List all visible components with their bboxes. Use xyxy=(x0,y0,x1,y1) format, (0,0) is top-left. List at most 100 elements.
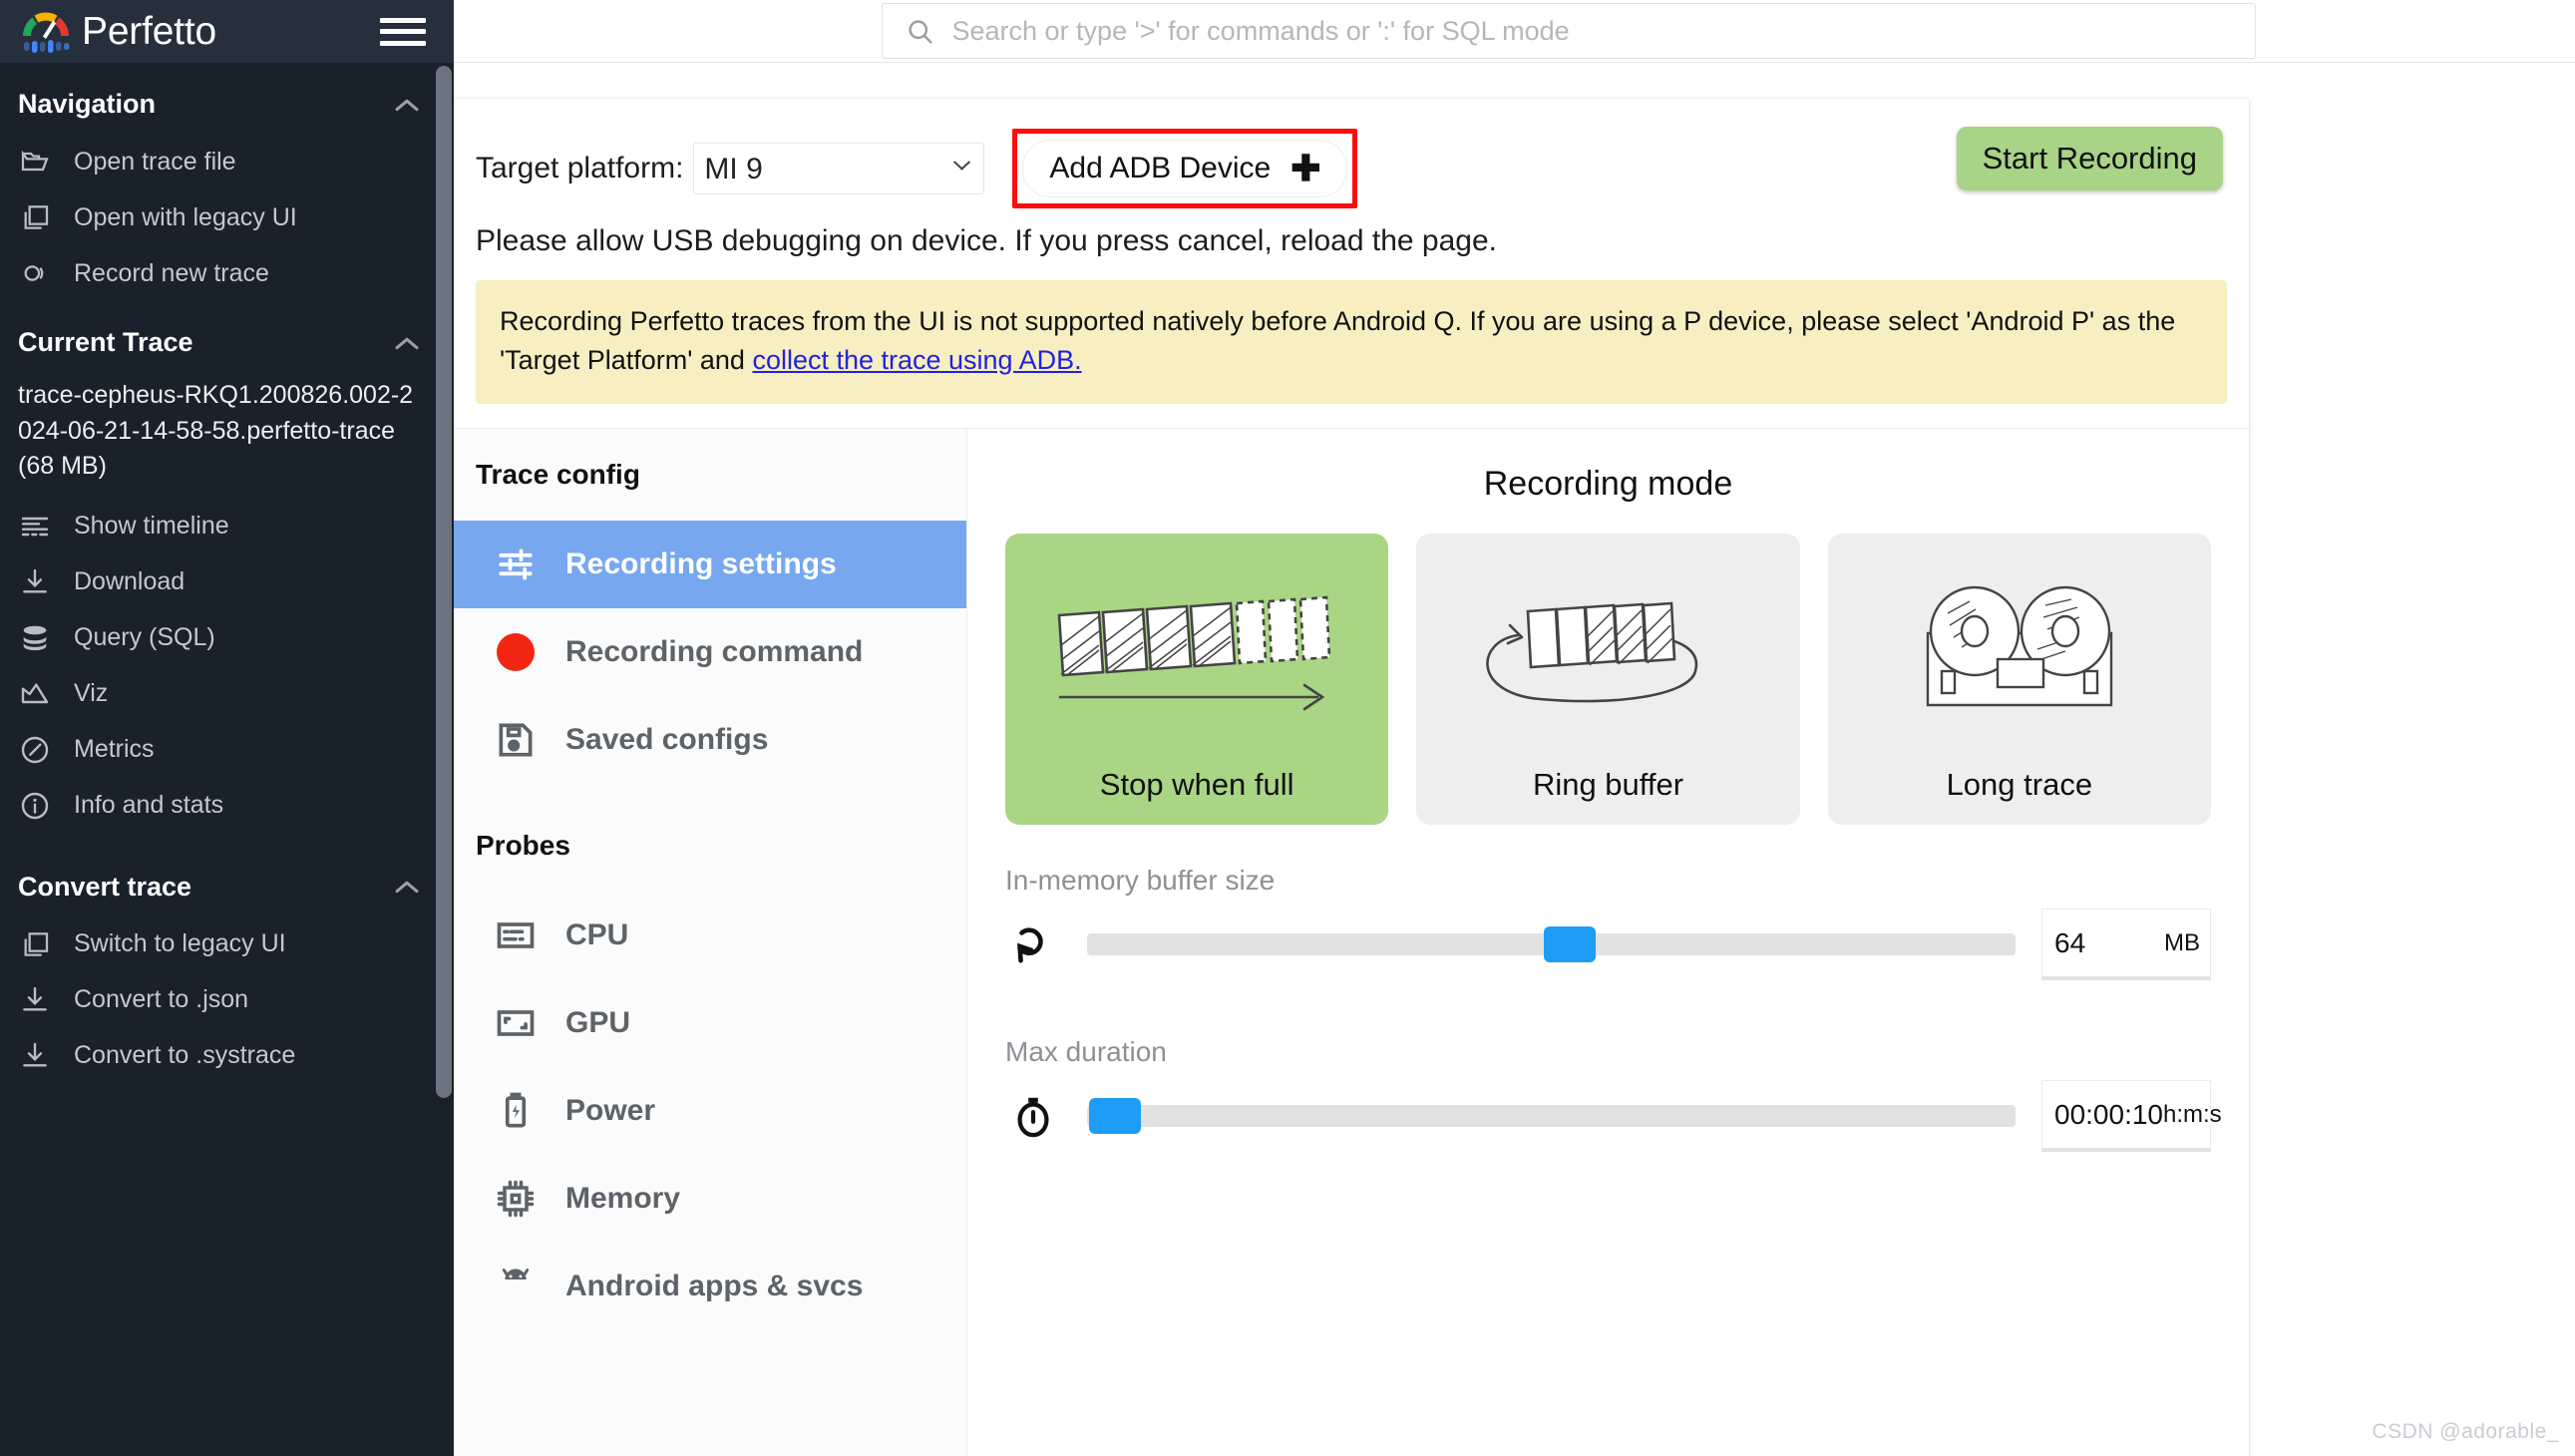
buffer-size-unit: MB xyxy=(2164,928,2200,956)
buffer-size-row: 64 MB xyxy=(1005,909,2211,981)
max-duration-value: 00:00:10 xyxy=(2054,1098,2163,1130)
current-trace-filename: trace-cepheus-RKQ1.200826.002-2024-06-21… xyxy=(18,381,414,480)
sidebar-item-viz[interactable]: Viz xyxy=(0,666,454,722)
sidebar-item-download[interactable]: Download xyxy=(0,554,454,610)
probe-item-power[interactable]: Power xyxy=(454,1067,966,1155)
sliders-icon xyxy=(494,543,538,586)
sidebar-section-header[interactable]: Navigation xyxy=(0,63,454,134)
compatibility-warning: Recording Perfetto traces from the UI is… xyxy=(476,280,2227,405)
sidebar-section-convert-trace: Convert trace Switch to legacy UI Conver… xyxy=(0,834,454,1084)
mode-card-stop-when-full[interactable]: Stop when full xyxy=(1005,534,1389,826)
sidebar-item-label: Open with legacy UI xyxy=(74,202,297,231)
mode-label: Ring buffer xyxy=(1532,767,1684,803)
sidebar-item-convert-to-systrace[interactable]: Convert to .systrace xyxy=(0,1028,454,1084)
buffer-size-value: 64 xyxy=(2054,926,2086,958)
buffer-size-slider[interactable] xyxy=(1087,926,2016,963)
record-dot-icon xyxy=(494,630,538,674)
target-platform-label: Target platform: xyxy=(476,152,684,184)
folder-open-icon xyxy=(18,145,52,179)
slider-thumb[interactable] xyxy=(1544,926,1597,963)
sidebar-item-label: Show timeline xyxy=(74,512,229,540)
omnibox-bar xyxy=(454,0,2575,63)
linear-buffer-art xyxy=(1005,534,1388,767)
sidebar-header: Perfetto xyxy=(0,0,454,63)
sidebar-section-title: Current Trace xyxy=(18,327,193,357)
sidebar-item-query-sql[interactable]: Query (SQL) xyxy=(0,610,454,666)
chart-area-icon xyxy=(18,677,52,711)
stopwatch-icon xyxy=(1005,1088,1061,1144)
buffer-size-value-box[interactable]: 64 MB xyxy=(2041,909,2211,981)
probe-item-label: Power xyxy=(565,1094,656,1128)
download-icon xyxy=(18,983,52,1017)
sidebar-item-convert-to-json[interactable]: Convert to .json xyxy=(0,972,454,1028)
info-circle-icon xyxy=(18,789,52,823)
perfetto-gauge-logo xyxy=(18,9,74,55)
sidebar-item-label: Query (SQL) xyxy=(74,623,215,651)
sidebar-scrollbar[interactable] xyxy=(436,66,452,1098)
sidebar-item-record-new-trace[interactable]: Record new trace xyxy=(0,245,454,301)
chevron-up-icon[interactable] xyxy=(394,879,420,895)
chevron-up-icon[interactable] xyxy=(394,97,420,113)
sidebar-body: Navigation Open trace file Open with leg… xyxy=(0,63,454,1456)
probe-item-memory[interactable]: Memory xyxy=(454,1155,966,1243)
probe-item-label: Android apps & svcs xyxy=(565,1270,864,1303)
probe-item-gpu[interactable]: GPU xyxy=(454,979,966,1067)
max-duration-slider[interactable] xyxy=(1087,1098,2016,1135)
buffer-loop-icon xyxy=(1005,916,1061,972)
sidebar-section-title: Convert trace xyxy=(18,871,192,902)
sidebar-item-label: Open trace file xyxy=(74,147,236,176)
sidebar-section-title: Navigation xyxy=(18,89,157,119)
max-duration-row: 00:00:10 h:m:s xyxy=(1005,1080,2222,1153)
config-item-saved-configs[interactable]: Saved configs xyxy=(454,696,966,784)
sidebar-section-header[interactable]: Current Trace xyxy=(0,301,454,372)
search-input[interactable] xyxy=(949,14,2237,48)
collect-trace-adb-link[interactable]: collect the trace using ADB. xyxy=(752,345,1081,375)
sidebar-item-label: Record new trace xyxy=(74,258,269,287)
sidebar-item-open-trace-file[interactable]: Open trace file xyxy=(0,134,454,189)
sidebar-item-info-and-stats[interactable]: Info and stats xyxy=(0,778,454,834)
sidebar-section-navigation: Navigation Open trace file Open with leg… xyxy=(0,63,454,301)
hamburger-menu-icon[interactable] xyxy=(380,14,426,50)
database-icon xyxy=(18,621,52,655)
sidebar-item-open-with-legacy-ui[interactable]: Open with legacy UI xyxy=(0,189,454,245)
sidebar-section-current-trace: Current Trace trace-cepheus-RKQ1.200826.… xyxy=(0,301,454,834)
probe-item-android-apps-svcs[interactable]: Android apps & svcs xyxy=(454,1243,966,1330)
sidebar-item-label: Switch to legacy UI xyxy=(74,929,286,957)
slider-thumb[interactable] xyxy=(1088,1098,1141,1135)
trace-config-heading: Trace config xyxy=(476,459,640,491)
config-item-recording-command[interactable]: Recording command xyxy=(454,608,966,696)
download-icon xyxy=(18,1039,52,1073)
copy-window-icon xyxy=(18,200,52,234)
sidebar-item-metrics[interactable]: Metrics xyxy=(0,722,454,778)
watermark: CSDN @adorable_ xyxy=(2372,1420,2559,1443)
target-platform-select[interactable]: MI 9 xyxy=(693,143,985,194)
sidebar-item-show-timeline[interactable]: Show timeline xyxy=(0,499,454,554)
recording-settings-pane: Recording mode Stop when full Ring buffe… xyxy=(967,429,2249,1456)
sidebar-item-label: Convert to .json xyxy=(74,985,249,1013)
buffer-size-setting: In-memory buffer size 64 MB xyxy=(967,825,2249,981)
chevron-up-icon[interactable] xyxy=(394,335,420,351)
config-item-label: Recording settings xyxy=(565,547,837,581)
cpu-icon xyxy=(494,913,538,957)
memory-chip-icon xyxy=(494,1177,538,1221)
sidebar-item-label: Metrics xyxy=(74,735,155,763)
sidebar-item-switch-to-legacy-ui[interactable]: Switch to legacy UI xyxy=(0,916,454,972)
add-adb-device-label: Add ADB Device xyxy=(1049,152,1272,184)
sidebar-item-label: Info and stats xyxy=(74,791,224,819)
mode-card-long-trace[interactable]: Long trace xyxy=(1827,534,2211,826)
sidebar-section-header[interactable]: Convert trace xyxy=(0,834,454,916)
max-duration-value-box[interactable]: 00:00:10 h:m:s xyxy=(2041,1080,2222,1153)
target-platform-select-wrap: MI 9 xyxy=(693,143,985,194)
config-item-label: Saved configs xyxy=(565,723,769,757)
probe-item-cpu[interactable]: CPU xyxy=(454,892,966,979)
probe-item-label: Memory xyxy=(565,1182,681,1216)
trace-config-nav: Trace config Recording settings Recordin… xyxy=(454,429,967,1456)
probe-item-label: GPU xyxy=(565,1006,631,1040)
timeline-icon xyxy=(18,510,52,544)
omnibox[interactable] xyxy=(881,3,2256,59)
start-recording-button[interactable]: Start Recording xyxy=(1956,127,2223,190)
add-adb-device-button[interactable]: Add ADB Device ✚ xyxy=(1022,140,1348,197)
mode-card-ring-buffer[interactable]: Ring buffer xyxy=(1416,534,1800,826)
mode-label: Stop when full xyxy=(1099,767,1294,803)
config-item-recording-settings[interactable]: Recording settings xyxy=(454,521,966,609)
